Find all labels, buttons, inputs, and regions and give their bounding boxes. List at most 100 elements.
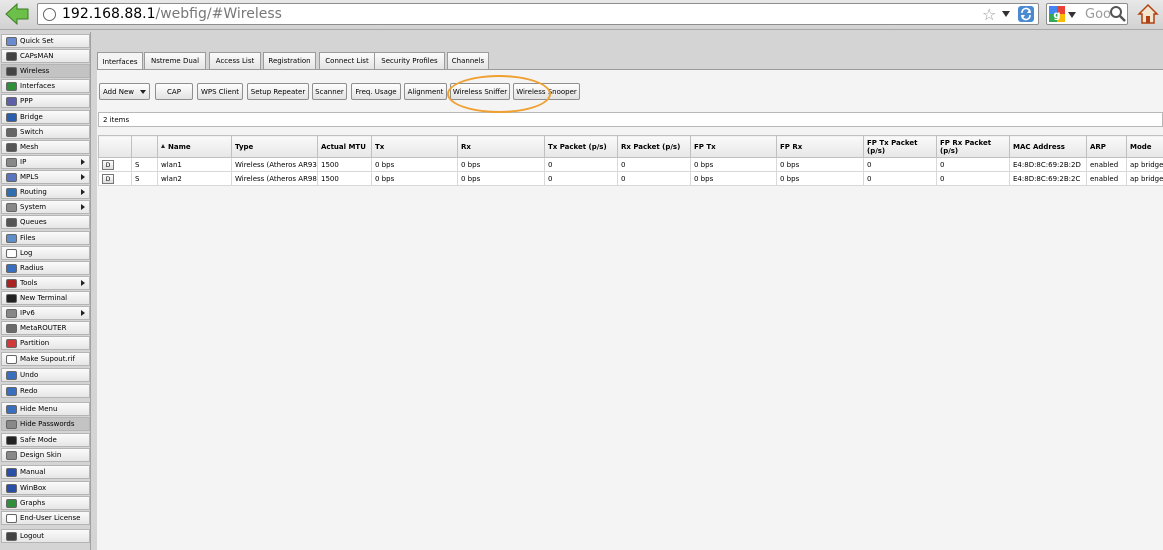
sidebar-item-quick-set[interactable]: Quick Set — [1, 34, 90, 48]
alignment-button[interactable]: Alignment — [404, 83, 447, 100]
cell-fp-rx-pkt[interactable]: 0 — [936, 157, 1010, 172]
sidebar-item-redo[interactable]: Redo — [1, 384, 90, 398]
sidebar-item-design-skin[interactable]: Design Skin — [1, 448, 90, 462]
scanner-button[interactable]: Scanner — [312, 83, 347, 100]
cell-tx-pkt[interactable]: 0 — [544, 157, 618, 172]
sidebar-item-hide-passwords[interactable]: Hide Passwords — [1, 417, 90, 431]
sidebar-item-queues[interactable]: Queues — [1, 215, 90, 229]
cell-tx-pkt[interactable]: 0 — [544, 171, 618, 186]
sidebar-item-partition[interactable]: Partition — [1, 336, 90, 350]
cell-fp-tx-pkt[interactable]: 0 — [863, 157, 937, 172]
cell-rx-pkt[interactable]: 0 — [617, 171, 691, 186]
cell-arp[interactable]: enabled — [1086, 171, 1127, 186]
disable-button[interactable]: D — [102, 173, 114, 184]
sidebar-item-ppp[interactable]: PPP — [1, 94, 90, 108]
url-dropdown-icon[interactable] — [1002, 11, 1010, 17]
sidebar-item-files[interactable]: Files — [1, 231, 90, 245]
reload-icon[interactable] — [1017, 5, 1035, 23]
column-header-blank-0[interactable] — [98, 135, 132, 158]
column-header-rx[interactable]: Rx — [457, 135, 545, 158]
tab-nstreme-dual[interactable]: Nstreme Dual — [144, 52, 206, 69]
cell-flag[interactable]: S — [131, 171, 158, 186]
sidebar-item-system[interactable]: System — [1, 200, 90, 214]
sidebar-item-wireless[interactable]: Wireless — [1, 64, 90, 78]
cell-mac[interactable]: E4:8D:8C:69:2B:2C — [1009, 171, 1087, 186]
column-header-mode[interactable]: Mode — [1126, 135, 1163, 158]
cell-flag[interactable]: S — [131, 157, 158, 172]
cell-mtu[interactable]: 1500 — [317, 157, 372, 172]
column-header-tx-packet-p-s[interactable]: Tx Packet (p/s) — [544, 135, 618, 158]
sidebar-item-mesh[interactable]: Mesh — [1, 140, 90, 154]
cell-fp-rx[interactable]: 0 bps — [776, 157, 864, 172]
tab-access-list[interactable]: Access List — [209, 52, 261, 69]
cell-fp-rx[interactable]: 0 bps — [776, 171, 864, 186]
sidebar-item-log[interactable]: Log — [1, 246, 90, 260]
cell-name[interactable]: wlan1 — [157, 157, 232, 172]
cap-button[interactable]: CAP — [155, 83, 193, 100]
cell-rx-pkt[interactable]: 0 — [617, 157, 691, 172]
sidebar-item-make-supout-rif[interactable]: Make Supout.rif — [1, 352, 90, 366]
cell-rx[interactable]: 0 bps — [457, 171, 545, 186]
sidebar-item-interfaces[interactable]: Interfaces — [1, 79, 90, 93]
table-row[interactable]: DSwlan1Wireless (Atheros AR9300)15000 bp… — [98, 157, 1163, 172]
sidebar-item-bridge[interactable]: Bridge — [1, 110, 90, 124]
column-header-type[interactable]: Type — [231, 135, 318, 158]
search-engine-icon[interactable]: g — [1049, 6, 1065, 22]
column-header-mac-address[interactable]: MAC Address — [1009, 135, 1087, 158]
sidebar-item-hide-menu[interactable]: Hide Menu — [1, 402, 90, 416]
search-input[interactable]: Goo — [1085, 7, 1111, 22]
column-header-rx-packet-p-s[interactable]: Rx Packet (p/s) — [617, 135, 691, 158]
cell-tx[interactable]: 0 bps — [371, 171, 458, 186]
tab-interfaces[interactable]: Interfaces — [97, 52, 143, 70]
search-bar[interactable]: g Goo — [1046, 3, 1128, 25]
cell-mac[interactable]: E4:8D:8C:69:2B:2D — [1009, 157, 1087, 172]
column-header-fp-rx-packet-p-s[interactable]: FP Rx Packet (p/s) — [936, 135, 1010, 158]
cell-fp-tx[interactable]: 0 bps — [690, 171, 777, 186]
cell-mode[interactable]: ap bridge — [1126, 171, 1163, 186]
add-new-button[interactable]: Add New — [99, 83, 150, 100]
sidebar-item-tools[interactable]: Tools — [1, 276, 90, 290]
cell-mtu[interactable]: 1500 — [317, 171, 372, 186]
column-header-actual-mtu[interactable]: Actual MTU — [317, 135, 372, 158]
tab-channels[interactable]: Channels — [447, 52, 489, 69]
cell-fp-rx-pkt[interactable]: 0 — [936, 171, 1010, 186]
disable-button[interactable]: D — [102, 159, 114, 170]
cell-tx[interactable]: 0 bps — [371, 157, 458, 172]
setup-repeater-button[interactable]: Setup Repeater — [247, 83, 309, 100]
sidebar-item-undo[interactable]: Undo — [1, 368, 90, 382]
column-header-fp-rx[interactable]: FP Rx — [776, 135, 864, 158]
column-header-arp[interactable]: ARP — [1086, 135, 1127, 158]
cell-rx[interactable]: 0 bps — [457, 157, 545, 172]
column-header-fp-tx-packet-p-s[interactable]: FP Tx Packet (p/s) — [863, 135, 937, 158]
cell-mode[interactable]: ap bridge — [1126, 157, 1163, 172]
sidebar-item-ipv6[interactable]: IPv6 — [1, 306, 90, 320]
column-header-tx[interactable]: Tx — [371, 135, 458, 158]
sidebar-item-mpls[interactable]: MPLS — [1, 170, 90, 184]
freq-usage-button[interactable]: Freq. Usage — [351, 83, 401, 100]
sidebar-item-end-user-license[interactable]: End-User License — [1, 511, 90, 525]
cell-type[interactable]: Wireless (Atheros AR9888) — [231, 171, 318, 186]
sidebar-item-new-terminal[interactable]: New Terminal — [1, 291, 90, 305]
cell-arp[interactable]: enabled — [1086, 157, 1127, 172]
sidebar-item-capsman[interactable]: CAPsMAN — [1, 49, 90, 63]
column-header-blank-1[interactable] — [131, 135, 158, 158]
search-engine-dropdown-icon[interactable] — [1068, 12, 1076, 18]
sidebar-item-winbox[interactable]: WinBox — [1, 481, 90, 495]
url-text[interactable]: 192.168.88.1/webfig/#Wireless — [62, 6, 282, 22]
sidebar-item-ip[interactable]: IP — [1, 155, 90, 169]
search-icon[interactable] — [1109, 5, 1127, 23]
column-header-fp-tx[interactable]: FP Tx — [690, 135, 777, 158]
table-row[interactable]: DSwlan2Wireless (Atheros AR9888)15000 bp… — [98, 171, 1163, 186]
sidebar-item-metarouter[interactable]: MetaROUTER — [1, 321, 90, 335]
back-arrow-icon[interactable] — [4, 2, 30, 26]
sidebar-item-logout[interactable]: Logout — [1, 529, 90, 543]
tab-security-profiles[interactable]: Security Profiles — [374, 52, 445, 69]
column-header-name[interactable]: Name — [157, 135, 232, 158]
home-icon[interactable] — [1137, 3, 1159, 25]
tab-registration[interactable]: Registration — [263, 52, 316, 69]
address-bar[interactable]: 192.168.88.1/webfig/#Wireless ☆ — [37, 3, 1039, 25]
bookmark-star-icon[interactable]: ☆ — [982, 5, 996, 24]
sidebar-item-manual[interactable]: Manual — [1, 465, 90, 479]
sidebar-item-radius[interactable]: Radius — [1, 261, 90, 275]
cell-name[interactable]: wlan2 — [157, 171, 232, 186]
